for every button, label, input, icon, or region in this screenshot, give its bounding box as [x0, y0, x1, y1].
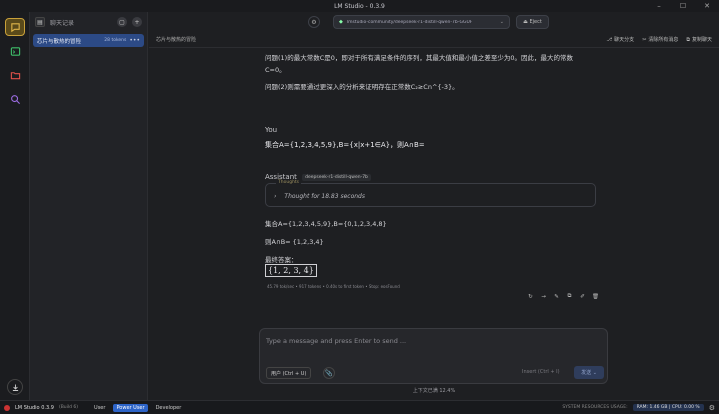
model-icon: ◆ [339, 19, 343, 25]
chevron-down-icon: ⌄ [499, 19, 504, 25]
top-bar: ⚙ ◆ lmstudio-community/deepseek-r1-disti… [149, 12, 719, 32]
app-logo-icon [4, 404, 10, 411]
model-selector[interactable]: ◆ lmstudio-community/deepseek-r1-distill… [333, 15, 510, 29]
assistant-model-tag: deepseek-r1-distill-qwen-7b [302, 173, 371, 181]
window-title: LM Studio - 0.3.9 [334, 2, 385, 10]
window-controls: – ☐ ✕ [647, 0, 719, 12]
copy-message-icon[interactable]: ⧉ [565, 292, 574, 301]
copy-icon: ⧉ [686, 36, 690, 43]
model-name: lmstudio-community/deepseek-r1-distill-q… [346, 19, 473, 25]
chat-icon[interactable] [5, 18, 25, 36]
send-label: 发送 [581, 370, 592, 376]
clear-messages-button[interactable]: ✂ 清除所有消息 [642, 36, 679, 44]
gear-icon[interactable]: ⚙ [709, 404, 715, 412]
branch-icon: ⎇ [606, 36, 613, 43]
sidebar-title: 聊天记录 [50, 19, 75, 27]
clear-icon: ✂ [642, 36, 647, 43]
edit-message-icon[interactable]: ✐ [578, 292, 587, 301]
regenerate-icon[interactable]: ↻ [526, 292, 535, 301]
sidebar-toggle-icon[interactable]: ▤ [35, 17, 45, 27]
download-icon[interactable] [7, 379, 23, 395]
answer-line-2: 则A∩B= {1,2,3,4} [265, 238, 324, 246]
eject-button[interactable]: ⏏ Eject [516, 15, 549, 29]
ram-value: RAM: 1.46 GB [636, 405, 668, 410]
message-actions: ↻ → ✎ ⧉ ✐ 🗑 [526, 292, 600, 301]
maximize-icon[interactable]: ☐ [671, 0, 695, 12]
more-icon[interactable]: ••• [129, 37, 140, 44]
chat-title: 芯片与散热的冒险 [156, 37, 197, 43]
clear-label: 清除所有消息 [648, 37, 679, 43]
prev-text-1: 问题(1)的最大常数C是0，即对于所有满足条件的序列，其最大值和最小值之差至少为… [265, 54, 574, 62]
chevron-right-icon: › [274, 193, 277, 200]
thoughts-label: Thoughts [276, 180, 302, 185]
send-chevron-icon: ⌄ [592, 369, 597, 376]
prev-text-2: C=0。 [265, 66, 286, 74]
prev-text-3: 问题(2)则需要通过更深入的分析来证明存在正常数C₂≥Cn^{-3}。 [265, 83, 459, 91]
chat-name: 芯片与散热的冒险 [37, 38, 82, 45]
resources-label: SYSTEM RESOURCES USAGE: [562, 405, 628, 410]
final-answer: {1, 2, 3, 4} [265, 264, 317, 277]
attach-icon[interactable]: 📎 [323, 367, 335, 379]
cpu-value: CPU: 0.00 % [671, 405, 700, 410]
title-bar: LM Studio - 0.3.9 – ☐ ✕ [0, 0, 719, 12]
chat-header: 芯片与散热的冒险 ⎇ 聊天分支 ✂ 清除所有消息 ⧉ 复制聊天 [149, 32, 719, 48]
app-version: LM Studio 0.3.9 [15, 404, 54, 411]
status-bar: LM Studio 0.3.9 (Build 6) User Power Use… [0, 400, 719, 414]
mode-user[interactable]: User [91, 404, 108, 412]
insert-button[interactable]: Insert (Ctrl + I) [522, 369, 560, 375]
mode-power-user[interactable]: Power User [113, 403, 148, 412]
chat-sidebar: ▤ 聊天记录 ▢ + 芯片与散热的冒险 28 tokens ••• [30, 12, 148, 400]
new-folder-icon[interactable]: ▢ [117, 17, 127, 27]
message-input[interactable]: Type a message and press Enter to send .… [266, 337, 406, 345]
sidebar-header: ▤ 聊天记录 ▢ + [30, 12, 147, 32]
branch-chat-button[interactable]: ⎇ 聊天分支 [606, 36, 635, 44]
user-role: You [265, 126, 278, 134]
generation-stats: 45.79 tok/sec • 917 tokens • 0.40s to fi… [267, 284, 400, 289]
copy-label: 复制聊天 [691, 37, 712, 43]
eject-label: Eject [529, 19, 542, 25]
thought-duration: Thought for 18.83 seconds [284, 193, 365, 200]
final-answer-box: {1, 2, 3, 4} [265, 264, 317, 277]
send-button[interactable]: 发送 ⌄ [574, 366, 604, 379]
close-icon[interactable]: ✕ [695, 0, 719, 12]
developer-icon[interactable] [5, 42, 25, 60]
message-composer[interactable]: Type a message and press Enter to send .… [259, 328, 608, 384]
minimize-icon[interactable]: – [647, 0, 671, 12]
branch-label: 聊天分支 [614, 37, 635, 43]
continue-icon[interactable]: → [539, 292, 548, 301]
new-chat-button[interactable]: + [132, 17, 142, 27]
delete-icon[interactable]: 🗑 [591, 292, 600, 301]
search-icon[interactable] [5, 90, 25, 108]
role-toggle-button[interactable]: 用户 (Ctrl + U) [266, 367, 312, 379]
settings-icon[interactable]: ⚙ [308, 16, 320, 28]
thoughts-panel[interactable]: Thoughts › Thought for 18.83 seconds [265, 180, 596, 207]
token-count: 28 tokens [104, 38, 127, 43]
message-list: 问题(1)的最大常数C是0，即对于所有满足条件的序列，其最大值和最小值之差至少为… [265, 52, 605, 181]
folder-icon[interactable] [5, 66, 25, 84]
build-number: (Build 6) [58, 405, 79, 410]
ram-meter[interactable]: RAM: 1.46 GB | CPU: 0.00 % [632, 404, 704, 411]
assistant-header: Assistant deepseek-r1-distill-qwen-7b [265, 173, 605, 181]
answer-line-1: 集合A={1,2,3,4,5,9},B={0,1,2,3,4,8} [265, 220, 387, 228]
sidebar-item-chat[interactable]: 芯片与散热的冒险 28 tokens ••• [33, 34, 144, 47]
mode-developer[interactable]: Developer [153, 404, 185, 412]
nav-rail [0, 12, 30, 400]
context-usage: 上下文已满 12.4% [412, 388, 456, 394]
edit-icon[interactable]: ✎ [552, 292, 561, 301]
user-message: 集合A={1,2,3,4,5,9},B={x|x+1∈A}，则A∩B= [265, 141, 425, 149]
copy-chat-button[interactable]: ⧉ 复制聊天 [686, 36, 712, 44]
